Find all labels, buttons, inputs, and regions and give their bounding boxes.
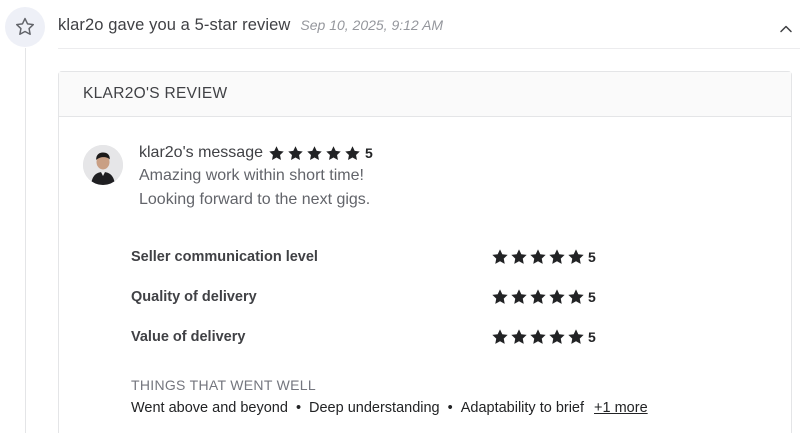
star-icon <box>269 145 284 160</box>
star-icon <box>288 145 303 160</box>
star-icon <box>345 145 360 160</box>
rating-label: Seller communication level <box>131 249 318 265</box>
went-well-title: THINGS THAT WENT WELL <box>131 377 316 393</box>
star-icon <box>568 289 584 304</box>
message-header: klar2o's message 5 <box>139 142 373 164</box>
event-icon-badge <box>5 7 45 47</box>
overall-stars: 5 <box>268 145 373 162</box>
reviewer-avatar[interactable] <box>83 145 123 185</box>
star-icon <box>530 249 546 264</box>
went-well-section: THINGS THAT WENT WELL Went above and bey… <box>131 377 648 416</box>
review-card-title: KLAR2O'S REVIEW <box>83 85 228 102</box>
star-icon <box>511 249 527 264</box>
star-icon <box>530 289 546 304</box>
header-divider <box>58 48 800 49</box>
timeline-line <box>25 48 26 433</box>
rating-value: 5 <box>588 249 596 265</box>
review-card-header: KLAR2O'S REVIEW <box>59 72 791 117</box>
star-icon <box>511 329 527 344</box>
star-icon <box>492 289 508 304</box>
went-well-item: Deep understanding <box>309 400 440 416</box>
show-more-link[interactable]: +1 more <box>594 400 648 416</box>
star-outline-icon <box>15 17 35 36</box>
avatar-image <box>83 145 123 185</box>
went-well-item: Went above and beyond <box>131 400 288 416</box>
rating-row-value: Value of delivery 5 <box>131 328 731 368</box>
bullet-separator: • <box>295 400 302 416</box>
star-icon <box>568 249 584 264</box>
rating-label: Value of delivery <box>131 329 246 345</box>
rating-row-communication: Seller communication level 5 <box>131 248 731 288</box>
star-icon <box>549 249 565 264</box>
message-line: Amazing work within short time! <box>139 167 364 184</box>
overall-rating-value: 5 <box>365 145 373 161</box>
review-message: klar2o's message 5 Amazing work within s… <box>139 142 373 212</box>
rating-stars: 5 <box>491 328 596 346</box>
star-icon <box>492 329 508 344</box>
rating-row-quality: Quality of delivery 5 <box>131 288 731 328</box>
rating-stars: 5 <box>491 248 596 266</box>
collapse-button[interactable] <box>778 21 794 37</box>
review-card: KLAR2O'S REVIEW klar2o's message 5 Amazi… <box>58 71 792 433</box>
star-icon <box>307 145 322 160</box>
star-icon <box>511 289 527 304</box>
message-author: klar2o's message <box>139 144 263 161</box>
rating-label: Quality of delivery <box>131 289 257 305</box>
star-icon <box>549 289 565 304</box>
went-well-item: Adaptability to brief <box>460 400 585 416</box>
message-line: Looking forward to the next gigs. <box>139 191 371 208</box>
bullet-separator: • <box>447 400 453 416</box>
rating-breakdown: Seller communication level 5 Quality of … <box>131 248 731 368</box>
star-icon <box>530 329 546 344</box>
went-well-list: Went above and beyond • Deep understandi… <box>131 400 648 416</box>
rating-value: 5 <box>588 289 596 305</box>
rating-stars: 5 <box>491 288 596 306</box>
star-icon <box>549 329 565 344</box>
event-timestamp: Sep 10, 2025, 9:12 AM <box>300 17 444 33</box>
star-icon <box>492 249 508 264</box>
chevron-up-icon <box>780 25 792 33</box>
star-icon <box>326 145 341 160</box>
rating-value: 5 <box>588 329 596 345</box>
event-title: klar2o gave you a 5-star review <box>58 15 291 34</box>
star-icon <box>568 329 584 344</box>
event-header: klar2o gave you a 5-star review Sep 10, … <box>58 0 800 50</box>
